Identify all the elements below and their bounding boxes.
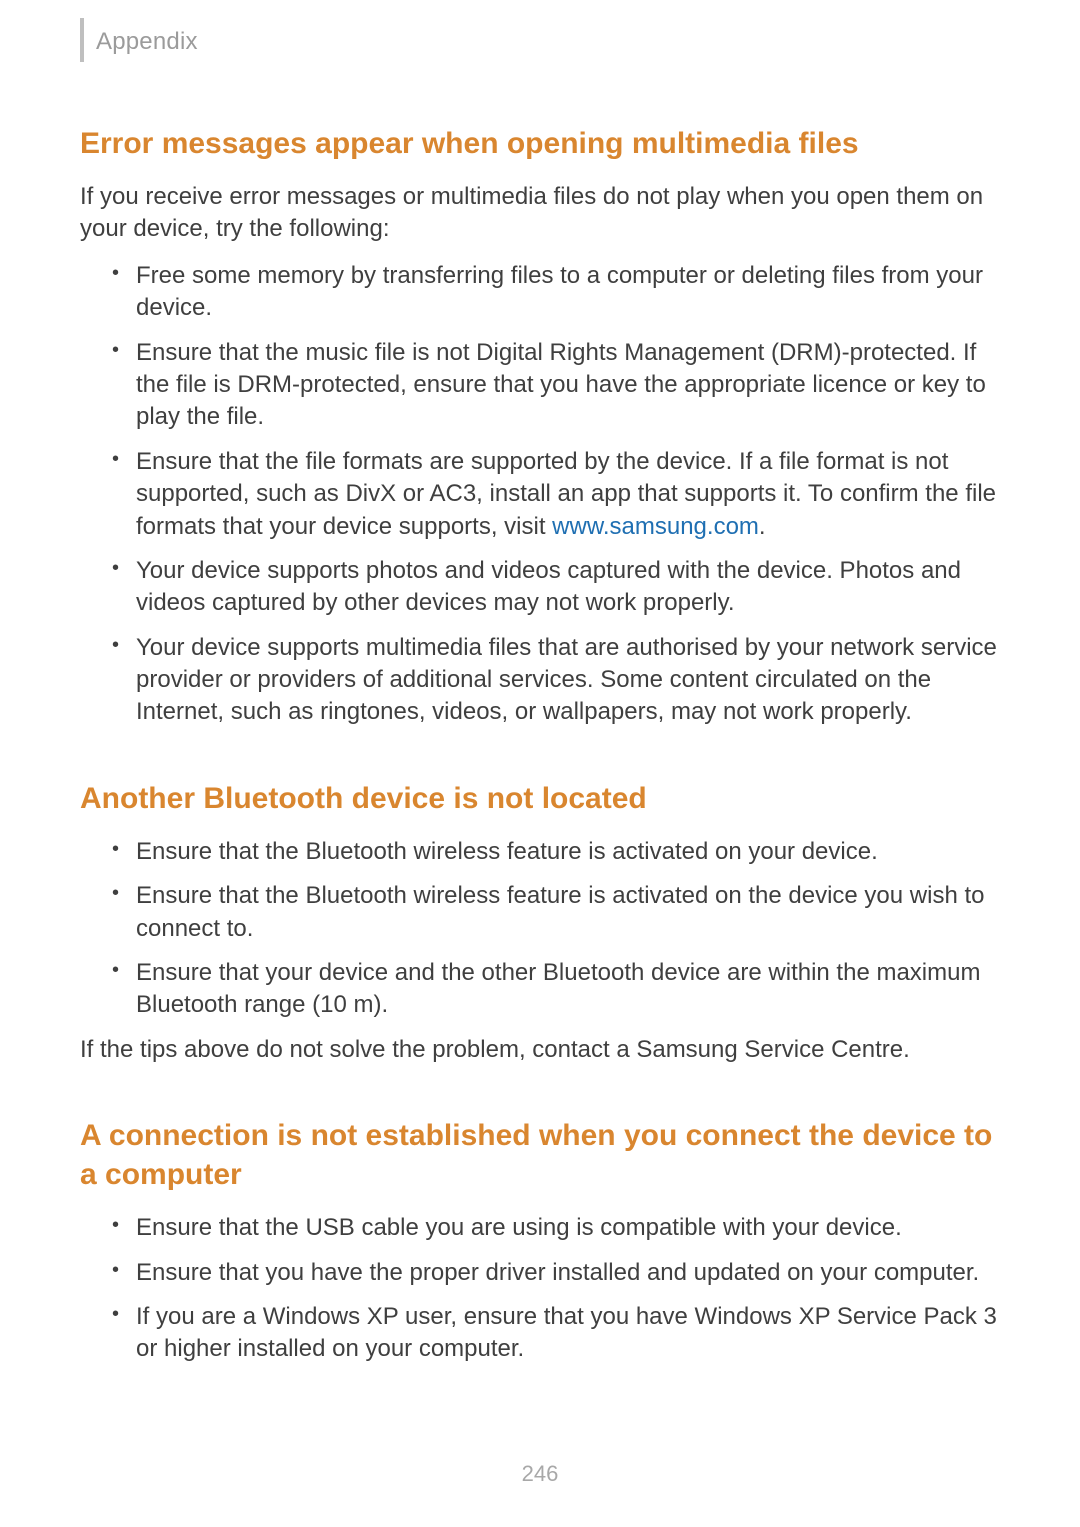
section-heading-bluetooth: Another Bluetooth device is not located <box>80 779 1000 818</box>
list-item: Free some memory by transferring files t… <box>112 260 1000 325</box>
section-multimedia: Error messages appear when opening multi… <box>80 124 1000 729</box>
list-item: If you are a Windows XP user, ensure tha… <box>112 1301 1000 1366</box>
section-connection: A connection is not established when you… <box>80 1116 1000 1366</box>
list-item: Ensure that your device and the other Bl… <box>112 957 1000 1022</box>
list-item: Ensure that you have the proper driver i… <box>112 1257 1000 1289</box>
section-heading-multimedia: Error messages appear when opening multi… <box>80 124 1000 163</box>
list-item: Ensure that the Bluetooth wireless featu… <box>112 880 1000 945</box>
samsung-link[interactable]: www.samsung.com <box>552 513 759 540</box>
section-bluetooth: Another Bluetooth device is not located … <box>80 779 1000 1066</box>
bullet-list-multimedia: Free some memory by transferring files t… <box>80 260 1000 729</box>
list-item: Ensure that the Bluetooth wireless featu… <box>112 836 1000 868</box>
breadcrumb: Appendix <box>96 28 198 56</box>
page-header: Appendix <box>80 28 1000 62</box>
list-item: Your device supports multimedia files th… <box>112 632 1000 729</box>
list-item: Your device supports photos and videos c… <box>112 555 1000 620</box>
page: Appendix Error messages appear when open… <box>0 0 1080 1527</box>
intro-text: If you receive error messages or multime… <box>80 181 1000 246</box>
page-number: 246 <box>0 1461 1080 1487</box>
section-heading-connection: A connection is not established when you… <box>80 1116 1000 1194</box>
list-item: Ensure that the USB cable you are using … <box>112 1212 1000 1244</box>
closing-text: If the tips above do not solve the probl… <box>80 1034 1000 1066</box>
header-divider-icon <box>80 18 84 62</box>
list-item: Ensure that the file formats are support… <box>112 446 1000 543</box>
list-item: Ensure that the music file is not Digita… <box>112 337 1000 434</box>
bullet-list-bluetooth: Ensure that the Bluetooth wireless featu… <box>80 836 1000 1022</box>
list-item-text: . <box>759 513 766 540</box>
bullet-list-connection: Ensure that the USB cable you are using … <box>80 1212 1000 1366</box>
